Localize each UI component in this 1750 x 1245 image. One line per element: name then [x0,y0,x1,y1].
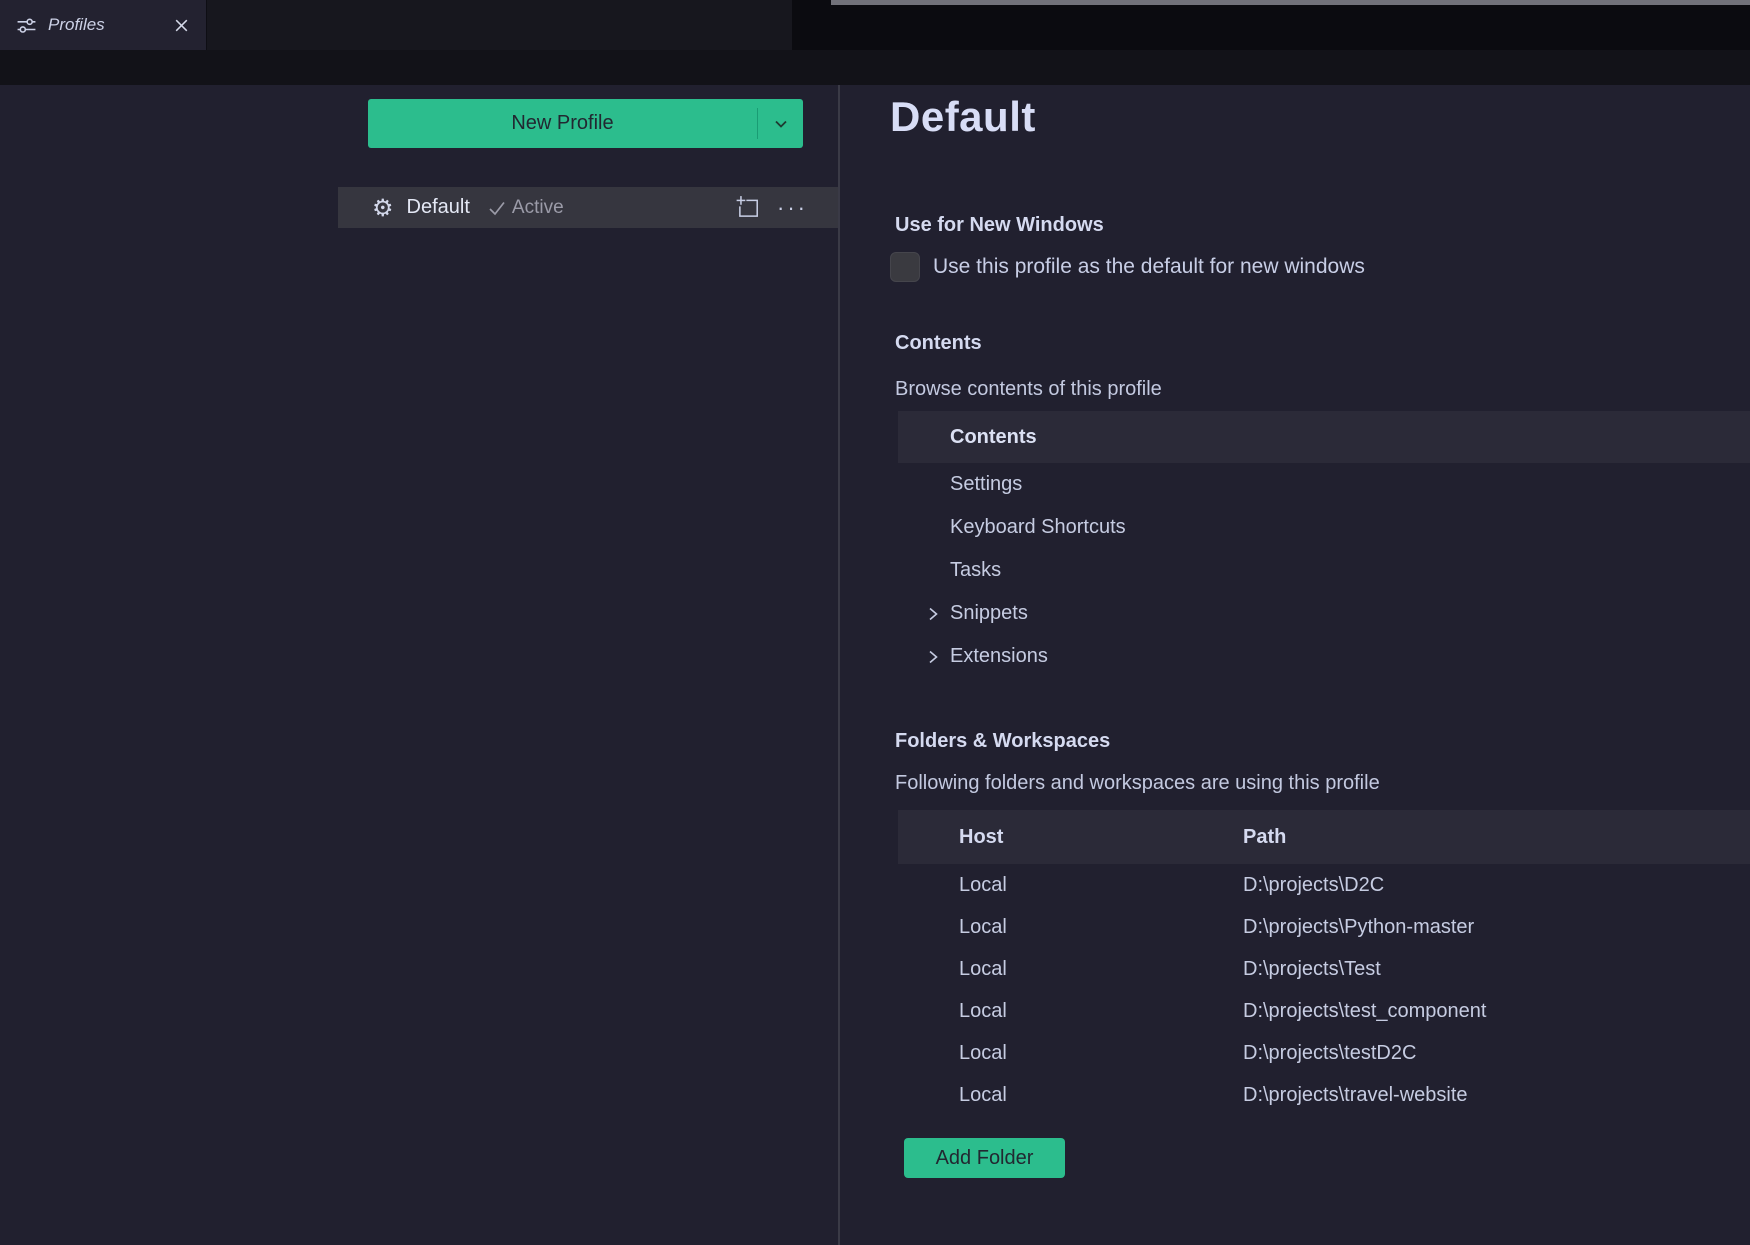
host-cell: Local [898,874,1243,897]
gear-icon: ⚙ [372,196,394,220]
path-cell: D:\projects\Python-master [1243,916,1750,939]
path-cell: D:\projects\travel-website [1243,1084,1750,1107]
profiles-list-panel: New Profile ⚙ Default Active [0,85,838,1245]
tab-title: Profiles [48,15,105,35]
more-actions-icon[interactable]: ··· [777,197,808,219]
tree-item-label: Tasks [950,559,1001,582]
tab-bar: Profiles [0,0,1750,50]
host-cell: Local [898,1000,1243,1023]
profile-status-badge: Active [512,197,564,219]
profile-detail-panel: Default Use for New Windows Use this pro… [838,85,1750,1245]
tree-item-settings[interactable]: Settings [898,463,1750,506]
use-for-new-windows-heading: Use for New Windows [895,213,1104,237]
table-row: Local D:\projects\test_component [898,990,1750,1032]
check-icon [486,197,508,219]
profiles-editor-window: Profiles New Profile [0,0,1750,1245]
contents-tree: Contents Settings Keyboard Shortcuts Tas… [898,411,1750,678]
tree-item-label: Keyboard Shortcuts [950,516,1126,539]
sliders-icon [16,15,37,36]
default-for-new-windows-checkbox[interactable] [890,252,920,282]
tree-item-extensions[interactable]: Extensions [898,635,1750,678]
add-folder-button[interactable]: Add Folder [904,1138,1065,1178]
tree-item-snippets[interactable]: Snippets [898,592,1750,635]
path-cell: D:\projects\Test [1243,958,1750,981]
host-column-header: Host [898,826,1243,849]
tree-item-label: Settings [950,473,1022,496]
use-for-new-windows-row: Use this profile as the default for new … [890,252,1365,282]
tree-item-label: Contents [950,426,1037,449]
chevron-right-icon[interactable] [922,646,944,668]
tree-item-label: Snippets [950,602,1028,625]
host-cell: Local [898,958,1243,981]
host-cell: Local [898,916,1243,939]
tree-item-keyboard-shortcuts[interactable]: Keyboard Shortcuts [898,506,1750,549]
tree-item-tasks[interactable]: Tasks [898,549,1750,592]
host-cell: Local [898,1042,1243,1065]
titlebar-region [792,0,1750,50]
profile-name: Default [407,196,470,219]
open-new-window-icon[interactable] [735,195,761,221]
page-title: Default [890,91,1036,143]
path-cell: D:\projects\testD2C [1243,1042,1750,1065]
path-cell: D:\projects\D2C [1243,874,1750,897]
chevron-down-icon[interactable] [758,99,803,148]
close-icon[interactable] [173,17,190,34]
table-row: Local D:\projects\travel-website [898,1074,1750,1116]
folders-workspaces-description: Following folders and workspaces are usi… [895,771,1380,795]
new-profile-button[interactable]: New Profile [368,99,803,148]
path-cell: D:\projects\test_component [1243,1000,1750,1023]
tab-profiles[interactable]: Profiles [0,0,207,50]
tree-item-label: Extensions [950,645,1048,668]
new-profile-label: New Profile [368,99,757,148]
titlebar-strip [831,0,1750,5]
folders-workspaces-heading: Folders & Workspaces [895,729,1110,753]
contents-description: Browse contents of this profile [895,377,1162,401]
table-row: Local D:\projects\D2C [898,864,1750,906]
host-cell: Local [898,1084,1243,1107]
table-header-row: Host Path [898,810,1750,864]
profile-list-item-default[interactable]: ⚙ Default Active ··· [338,187,838,228]
breadcrumb-bar [0,50,1750,85]
main-area: New Profile ⚙ Default Active [0,85,1750,1245]
tree-item-contents[interactable]: Contents [898,411,1750,463]
table-row: Local D:\projects\Test [898,948,1750,990]
checkbox-label: Use this profile as the default for new … [933,255,1365,279]
folders-table: Host Path Local D:\projects\D2C Local D:… [898,810,1750,1116]
chevron-right-icon[interactable] [922,603,944,625]
table-row: Local D:\projects\Python-master [898,906,1750,948]
path-column-header: Path [1243,826,1750,849]
table-row: Local D:\projects\testD2C [898,1032,1750,1074]
contents-heading: Contents [895,331,982,355]
